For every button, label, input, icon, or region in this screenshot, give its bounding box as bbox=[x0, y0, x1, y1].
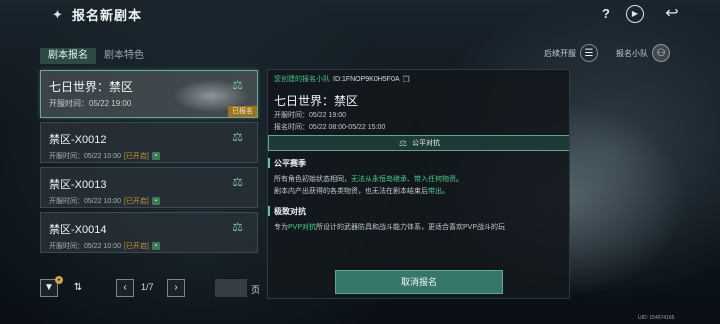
scale-icon: ⚖ bbox=[232, 130, 243, 144]
sort-label: 后续开服 bbox=[544, 48, 576, 58]
page-title: 报名新剧本 bbox=[72, 8, 143, 23]
scale-icon: ⚖ bbox=[232, 175, 243, 189]
scale-icon: ⚖ bbox=[398, 137, 408, 148]
back-icon[interactable]: ↩ bbox=[661, 5, 683, 23]
sort-toggle-button[interactable]: ⇅ bbox=[69, 279, 87, 297]
section-heading: 公平赛季 bbox=[268, 156, 306, 170]
detail-open-time: 开服时间：05/22 19:00 bbox=[274, 112, 346, 119]
open-time-text: 开服时间：05/22 10:00 bbox=[49, 243, 121, 250]
page-number-input[interactable] bbox=[215, 279, 247, 297]
uid-label: UID: 154674165 bbox=[638, 315, 675, 321]
section-text-part: 专为 bbox=[274, 224, 288, 231]
page-indicator: 1/7 bbox=[141, 282, 154, 292]
copy-icon[interactable]: ❐ bbox=[403, 75, 410, 84]
section-text-highlight: 无法从永恒岛继承、带入任何物资 bbox=[351, 176, 456, 183]
tab-bar: 剧本报名 剧本特色 bbox=[40, 48, 152, 64]
list-item[interactable]: 禁区-X0012 开服时间：05/22 10:00 [已开启] ▪ ⚖ bbox=[40, 122, 258, 163]
lock-icon: ▪ bbox=[151, 197, 160, 205]
open-time-text: 开服时间：05/22 10:00 bbox=[49, 198, 121, 205]
pager: ▼ ● ⇅ ‹ 1/7 › 页 bbox=[40, 276, 270, 299]
chevron-left-icon: ‹ bbox=[123, 282, 127, 293]
tab-script-features[interactable]: 剧本特色 bbox=[96, 48, 152, 64]
list-sort-icon: ☰ bbox=[580, 44, 598, 62]
section-text-part: 剧本内产出获得的各类物资，也无法在剧本结束后 bbox=[274, 188, 428, 195]
open-time-text: 开服时间：05/22 10:00 bbox=[49, 153, 121, 160]
open-time: 开服时间：05/22 10:00 [已开启] ▪ bbox=[49, 241, 160, 251]
script-name: 禁区-X0014 bbox=[49, 224, 107, 236]
section-text-highlight: 带出 bbox=[428, 188, 442, 195]
butterfly-logo-icon: ✦ bbox=[52, 6, 63, 22]
team-label: 报名小队 bbox=[616, 48, 648, 58]
help-icon[interactable]: ? bbox=[597, 5, 615, 23]
open-time: 开服时间：05/22 19:00 bbox=[49, 98, 131, 109]
section-text-part: 。 bbox=[442, 188, 449, 195]
mode-bar: ⚖ 公平对抗 bbox=[268, 135, 569, 151]
section-text: 所有角色初始状态相同，无法从永恒岛继承、带入任何物资。 bbox=[274, 174, 566, 185]
next-page-button[interactable]: › bbox=[167, 279, 185, 297]
filter-badge-icon: ● bbox=[55, 276, 63, 284]
lock-icon: ▪ bbox=[151, 242, 160, 250]
team-id-label: 您创建的报名小队 bbox=[274, 76, 330, 83]
page-suffix: 页 bbox=[251, 285, 261, 295]
section-text-part: 。 bbox=[456, 176, 463, 183]
section-marker bbox=[268, 158, 270, 168]
detail-title: 七日世界：禁区 bbox=[274, 94, 359, 108]
top-bar: ✦ 报名新剧本 ? ▶ ↩ bbox=[0, 0, 720, 28]
list-item[interactable]: 七日世界：禁区 开服时间：05/22 19:00 ⚖ 已报名 bbox=[40, 70, 261, 118]
script-name: 禁区-X0012 bbox=[49, 134, 107, 146]
sort-arrows-icon: ⇅ bbox=[73, 282, 83, 293]
script-name: 七日世界：禁区 bbox=[49, 80, 134, 94]
list-item[interactable]: 禁区-X0014 开服时间：05/22 10:00 [已开启] ▪ ⚖ bbox=[40, 212, 258, 253]
mode-label: 公平对抗 bbox=[412, 140, 441, 147]
detail-panel: 您创建的报名小队 ID:1FNOP9K0H5F0A ❐ 七日世界：禁区 开服时间… bbox=[267, 69, 570, 299]
sort-tool[interactable]: 后续开服 ☰ bbox=[544, 44, 598, 62]
section-heading-text: 极致对抗 bbox=[274, 206, 306, 216]
play-icon[interactable]: ▶ bbox=[626, 5, 644, 23]
team-id-row: 您创建的报名小队 ID:1FNOP9K0H5F0A ❐ bbox=[274, 74, 410, 84]
script-list: 七日世界：禁区 开服时间：05/22 19:00 ⚖ 已报名 禁区-X0012 … bbox=[40, 70, 262, 257]
tab-script-signup[interactable]: 剧本报名 bbox=[40, 48, 96, 64]
chevron-right-icon: › bbox=[174, 282, 178, 293]
open-time: 开服时间：05/22 10:00 [已开启] ▪ bbox=[49, 151, 160, 161]
open-time-text: 开服时间：05/22 19:00 bbox=[49, 99, 132, 108]
registered-tag: 已报名 bbox=[228, 106, 257, 117]
open-time: 开服时间：05/22 10:00 [已开启] ▪ bbox=[49, 196, 160, 206]
section-text: 专为PVP对抗所设计的武器防具和战斗能力体系，更适合喜欢PVP战斗的玩 bbox=[274, 222, 566, 233]
cancel-signup-button[interactable]: 取消报名 bbox=[335, 270, 503, 294]
detail-signup-time: 报名时间：05/22 08:00-05/22 15:00 bbox=[274, 124, 386, 131]
status-open: [已开启] bbox=[123, 243, 149, 250]
section-text-highlight: PVP对抗 bbox=[288, 224, 317, 231]
section-heading: 极致对抗 bbox=[268, 204, 306, 218]
status-open: [已开启] bbox=[123, 153, 149, 160]
team-group-icon: ⚇ bbox=[652, 44, 670, 62]
team-id-value: ID:1FNOP9K0H5F0A bbox=[333, 75, 400, 83]
prev-page-button[interactable]: ‹ bbox=[116, 279, 134, 297]
list-item[interactable]: 禁区-X0013 开服时间：05/22 10:00 [已开启] ▪ ⚖ bbox=[40, 167, 258, 208]
title-area: ✦ 报名新剧本 bbox=[52, 5, 142, 24]
section-heading-text: 公平赛季 bbox=[274, 158, 306, 168]
scale-icon: ⚖ bbox=[232, 220, 243, 234]
section-text-part: 所有角色初始状态相同， bbox=[274, 176, 351, 183]
section-text: 剧本内产出获得的各类物资，也无法在剧本结束后带出。 bbox=[274, 186, 566, 197]
script-name: 禁区-X0013 bbox=[49, 179, 107, 191]
team-tool[interactable]: 报名小队 ⚇ bbox=[616, 44, 670, 62]
section-marker bbox=[268, 206, 270, 216]
section-text-part: 所设计的武器防具和战斗能力体系，更适合喜欢PVP战斗的玩 bbox=[316, 224, 506, 231]
status-open: [已开启] bbox=[123, 198, 149, 205]
filter-icon: ▼ bbox=[44, 282, 54, 293]
filter-button[interactable]: ▼ ● bbox=[40, 276, 63, 297]
lock-icon: ▪ bbox=[151, 152, 160, 160]
scale-icon: ⚖ bbox=[232, 78, 243, 92]
